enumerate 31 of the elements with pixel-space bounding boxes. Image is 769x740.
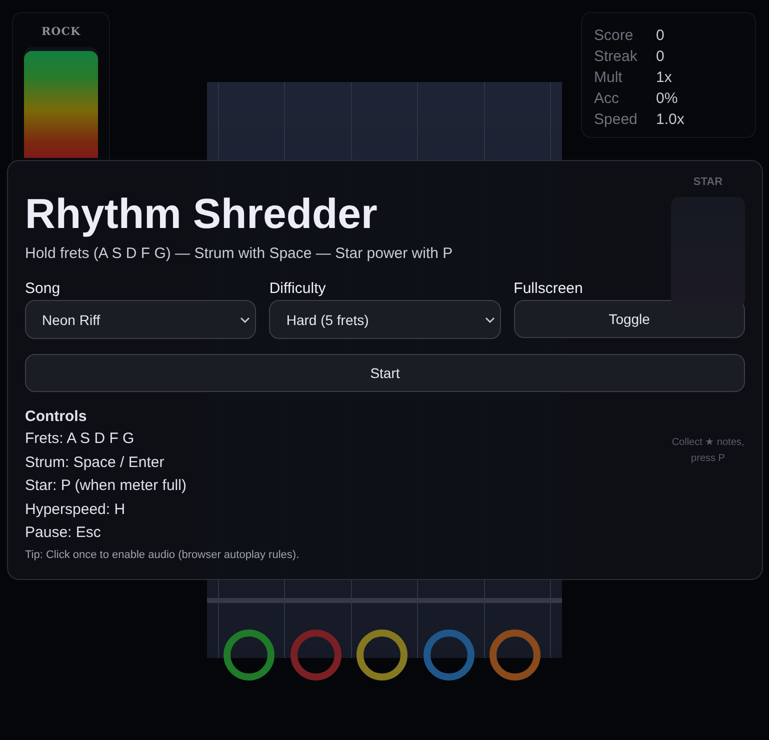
star-meter-label: STAR <box>693 176 723 188</box>
star-meter-hint: Collect ★ notes, press P <box>670 436 746 466</box>
difficulty-label: Difficulty <box>269 280 327 298</box>
control-hint: Strum: Space / Enter <box>25 452 164 472</box>
stat-value: 0 <box>656 26 666 45</box>
tip-text: Tip: Click once to enable audio (browser autoplay rules). <box>25 548 300 560</box>
chevron-down-icon <box>240 317 250 323</box>
stat-value: 0% <box>656 89 679 108</box>
stat-value: 0 <box>656 47 666 66</box>
stat-value: 1x <box>656 68 673 87</box>
fullscreen-label: Fullscreen <box>514 280 584 298</box>
song-label: Song <box>25 280 62 298</box>
controls-heading: Controls <box>25 407 88 427</box>
stat-label: Acc <box>594 89 620 108</box>
rock-meter-label: ROCK <box>41 25 81 38</box>
stat-label: Streak <box>594 47 638 66</box>
difficulty-select[interactable]: Hard (5 frets) <box>269 300 501 339</box>
control-hint: Frets: A S D F G <box>25 429 134 449</box>
stat-value: 1.0x <box>656 110 686 129</box>
control-hint: Hyperspeed: H <box>25 500 126 520</box>
subtitle: Hold frets (A S D F G) — Strum with Space — Star power with P <box>25 245 454 262</box>
stat-label: Score <box>594 26 634 45</box>
chevron-down-icon <box>484 317 495 323</box>
game-title: Rhythm Shredder <box>25 189 378 239</box>
song-select[interactable]: Neon Riff <box>25 300 256 339</box>
stat-label: Mult <box>594 68 624 87</box>
fullscreen-toggle-button[interactable]: Toggle <box>514 300 745 338</box>
control-hint: Pause: Esc <box>25 523 101 543</box>
control-hint: Star: P (when meter full) <box>25 476 186 496</box>
stat-label: Speed <box>594 110 638 129</box>
start-button[interactable]: Start <box>25 354 745 392</box>
